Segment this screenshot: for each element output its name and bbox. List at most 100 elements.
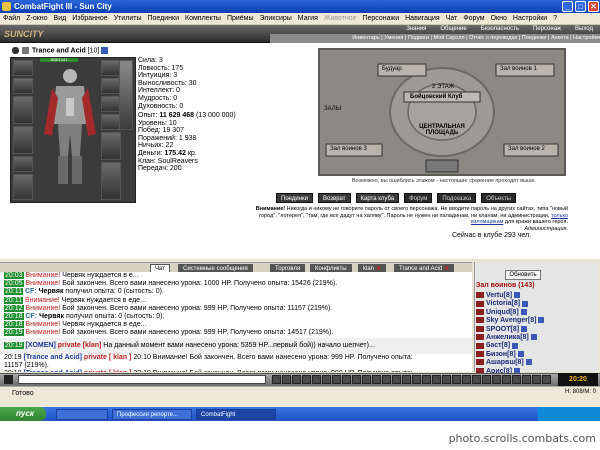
close-button[interactable]: ✕: [588, 1, 599, 12]
toolbar-icon[interactable]: [302, 375, 311, 384]
toolbar-icon[interactable]: [292, 375, 301, 384]
toolbar-icon[interactable]: [462, 375, 471, 384]
map-boudoir[interactable]: Будуар: [382, 66, 402, 72]
player-item[interactable]: баст[8]: [476, 342, 594, 350]
menu-item[interactable]: Персонажи: [361, 15, 400, 22]
minimize-button[interactable]: _: [562, 1, 573, 12]
toolbar-icon[interactable]: [452, 375, 461, 384]
toolbar-icon[interactable]: [332, 375, 341, 384]
slot-helmet[interactable]: [13, 60, 33, 76]
toolbar-icon[interactable]: [382, 375, 391, 384]
menu-item[interactable]: Форум: [462, 15, 485, 22]
slot-boots[interactable]: [101, 162, 121, 200]
map-button[interactable]: Поединки: [276, 193, 313, 203]
toolbar-icon[interactable]: [442, 375, 451, 384]
toolbar-icon[interactable]: [312, 375, 321, 384]
player-item[interactable]: SPOOT[8]: [476, 326, 594, 334]
slot-shield[interactable]: [101, 132, 121, 160]
toolbar-icon[interactable]: [542, 375, 551, 384]
top-nav-item[interactable]: Общение: [440, 26, 466, 32]
info-icon[interactable]: [520, 308, 527, 315]
maximize-button[interactable]: □: [575, 1, 586, 12]
refresh-button[interactable]: Обновить: [505, 270, 541, 280]
toolbar-icon[interactable]: [472, 375, 481, 384]
toolbar-icon[interactable]: [352, 375, 361, 384]
menu-item[interactable]: Эликсиры: [259, 15, 293, 22]
player-item[interactable]: Vertu[8]: [476, 292, 594, 300]
sub-nav[interactable]: Инвентарь | Умения | Подвиги | Мой Скрол…: [270, 34, 600, 43]
start-button[interactable]: пуск: [0, 407, 46, 421]
toolbar-icon[interactable]: [482, 375, 491, 384]
toolbar-icon[interactable]: [392, 375, 401, 384]
slot-necklace[interactable]: [101, 78, 121, 94]
info-icon[interactable]: [522, 300, 529, 307]
toolbar-icon[interactable]: [402, 375, 411, 384]
menu-item[interactable]: Животное: [323, 15, 358, 22]
toolbar-icon[interactable]: [342, 375, 351, 384]
top-nav-item[interactable]: Знания: [406, 26, 426, 32]
menu-item[interactable]: Вид: [53, 15, 68, 22]
menu-item[interactable]: Поединки: [147, 15, 181, 22]
chat-input[interactable]: [18, 375, 266, 384]
slot-amulet[interactable]: [13, 78, 33, 94]
toolbar-icon[interactable]: [512, 375, 521, 384]
map-fight-club[interactable]: Бойцовский Клуб: [410, 94, 462, 100]
info-icon[interactable]: [517, 351, 524, 357]
toolbar-icon[interactable]: [412, 375, 421, 384]
map-button[interactable]: Подсказка: [437, 193, 477, 203]
menu-item[interactable]: Приёмы: [226, 15, 255, 22]
menu-item[interactable]: Магия: [297, 15, 319, 22]
chat-menu-icon[interactable]: [4, 375, 13, 384]
info-icon[interactable]: [101, 47, 109, 54]
menu-item[interactable]: ?: [552, 15, 558, 22]
slot-ring-2[interactable]: [101, 114, 121, 130]
taskbar-item-3[interactable]: CombatFight: [196, 409, 276, 420]
map-hall-1[interactable]: Зал воинов 1: [500, 66, 537, 72]
chat-log[interactable]: 20:03 Внимание! Червяк нуждается в е... 2…: [0, 272, 472, 372]
menu-item[interactable]: Настройки: [512, 15, 548, 22]
top-nav-item[interactable]: Безопасность: [481, 26, 519, 32]
map-button[interactable]: Карта клуба: [355, 193, 400, 203]
slot-gloves[interactable]: [13, 174, 33, 200]
map-central-square[interactable]: ЦЕНТРАЛЬНАЯ ПЛОЩАДЬ: [414, 124, 470, 136]
player-item[interactable]: Бизон[8]: [476, 351, 594, 359]
menu-item[interactable]: Комплекты: [184, 15, 222, 22]
slot-earrings[interactable]: [101, 60, 121, 76]
top-nav-item[interactable]: Выход: [575, 26, 593, 32]
toolbar-icon[interactable]: [522, 375, 531, 384]
menu-item[interactable]: Файл: [2, 15, 21, 22]
toolbar-icon[interactable]: [322, 375, 331, 384]
slot-armor[interactable]: [13, 126, 33, 154]
toolbar-icon[interactable]: [532, 375, 541, 384]
info-icon[interactable]: [514, 292, 521, 299]
toolbar-icon[interactable]: [372, 375, 381, 384]
menu-item[interactable]: Окно: [490, 15, 508, 22]
slot-ring-1[interactable]: [101, 96, 121, 112]
map-button[interactable]: Возврат: [318, 193, 351, 203]
menu-item[interactable]: Навигация: [404, 15, 441, 22]
map-hall-2[interactable]: Зал воинов 2: [508, 146, 545, 152]
club-map[interactable]: Будуар Зал воинов 1 2 ЭТАЖ Бойцовский Кл…: [318, 48, 566, 176]
menu-item[interactable]: Утилиты: [113, 15, 143, 22]
player-item[interactable]: Ашарвш[8]: [476, 359, 594, 367]
toolbar-icon[interactable]: [432, 375, 441, 384]
info-icon[interactable]: [512, 342, 519, 349]
toolbar-icon[interactable]: [362, 375, 371, 384]
taskbar-item-2[interactable]: Профессия репорте...: [112, 409, 192, 420]
info-icon[interactable]: [530, 334, 537, 341]
top-nav-item[interactable]: Персонаж: [533, 26, 561, 32]
player-item[interactable]: Uniqud[8]: [476, 309, 594, 317]
info-icon[interactable]: [525, 359, 532, 366]
toolbar-icon[interactable]: [422, 375, 431, 384]
taskbar-item-1[interactable]: [56, 409, 108, 420]
toolbar-icon[interactable]: [492, 375, 501, 384]
menu-item[interactable]: Чат: [445, 15, 459, 22]
map-button[interactable]: Форум: [404, 193, 433, 203]
map-button[interactable]: Объекты: [481, 193, 516, 203]
player-item[interactable]: Victoria[8]: [476, 300, 594, 308]
info-icon[interactable]: [521, 325, 528, 332]
slot-weapon[interactable]: [13, 96, 33, 124]
slot-belt[interactable]: [13, 156, 33, 172]
slot-belt-items[interactable]: [119, 60, 133, 130]
player-item[interactable]: Sky Avenger[8]: [476, 317, 594, 325]
